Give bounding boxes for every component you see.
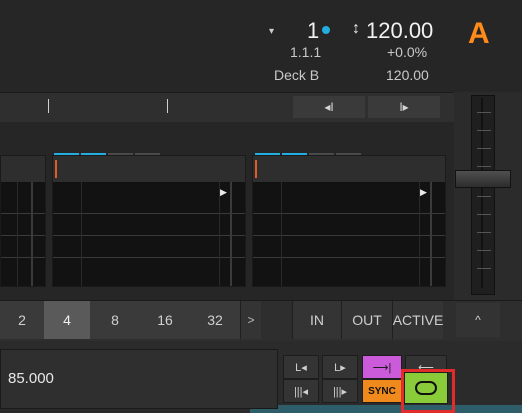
loop-size-8[interactable]: 8 <box>90 301 141 339</box>
bottom-value: 85.000 <box>8 370 54 387</box>
position-readout: 1.1.1 <box>290 44 322 60</box>
loop-size-2[interactable]: 2 <box>0 301 45 339</box>
beatgrid-panel-2: ▶ <box>52 155 246 287</box>
bpm-adjust-icon[interactable]: ↕ <box>352 20 360 38</box>
loop-size-4[interactable]: 4 <box>44 301 91 339</box>
loop-active-button[interactable]: ACTIVE <box>392 301 443 339</box>
bottom-stripe <box>250 405 522 413</box>
sync-dot-icon <box>322 26 330 34</box>
deck-label: Deck B <box>274 67 320 83</box>
beatjump-right-icon: |||▸ <box>332 385 348 398</box>
deck-header <box>0 0 522 92</box>
cue-left-icon: L◂ <box>295 361 307 374</box>
cue-right-button[interactable]: L▸ <box>322 355 358 379</box>
beatgrid-panel-1 <box>0 155 46 287</box>
track-marker-1 <box>48 99 49 113</box>
collapse-button[interactable]: ^ <box>456 303 500 337</box>
loop-out-button[interactable]: OUT <box>341 301 392 339</box>
highlight-box <box>401 369 455 413</box>
pitch-fader-track[interactable] <box>471 95 495 295</box>
sync-button[interactable]: SYNC <box>362 379 402 403</box>
grid-play-marker-icon-2: ▶ <box>420 187 427 197</box>
cue-marker-2 <box>255 160 257 178</box>
deck-index: 1 <box>307 18 320 43</box>
menu-chevron-icon[interactable]: ▾ <box>269 26 274 37</box>
loop-size-16[interactable]: 16 <box>140 301 191 339</box>
beatgrid-panel-3: ▶ <box>252 155 446 287</box>
pitch-fader-knob[interactable] <box>455 170 511 188</box>
pitch-fader-line <box>481 98 483 288</box>
loop-size-more-button[interactable]: > <box>241 301 261 339</box>
beatjump-left-icon: |||◂ <box>293 385 309 398</box>
pitch-readout: +0.0% <box>387 44 428 60</box>
grid-play-marker-icon: ▶ <box>220 187 227 197</box>
arrow-right-button[interactable]: ⟶| <box>362 355 402 379</box>
loop-size-32[interactable]: 32 <box>190 301 241 339</box>
loop-in-button[interactable]: IN <box>292 301 341 339</box>
bpm-readout: 120.00 <box>386 67 429 83</box>
beatjump-right-button[interactable]: |||▸ <box>322 379 358 403</box>
cue-right-icon: L▸ <box>334 361 346 374</box>
cue-left-button[interactable]: L◂ <box>283 355 319 379</box>
deck-letter: A <box>468 17 490 50</box>
prev-button[interactable]: ◂I <box>293 96 365 118</box>
bpm-display: 120.00 <box>366 18 434 43</box>
track-marker-2 <box>167 99 168 113</box>
cue-marker <box>55 160 57 178</box>
beatjump-left-button[interactable]: |||◂ <box>283 379 319 403</box>
next-button[interactable]: I▸ <box>368 96 440 118</box>
arrow-right-icon: ⟶| <box>372 361 392 374</box>
